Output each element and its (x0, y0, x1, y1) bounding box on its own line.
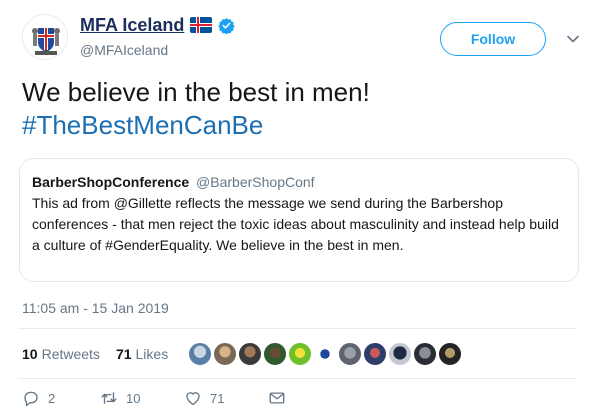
quoted-tweet[interactable]: BarberShopConference @BarberShopConf Thi… (19, 158, 579, 282)
likes-label: Likes (135, 346, 169, 362)
envelope-icon (269, 392, 285, 404)
reply-count: 2 (48, 390, 56, 406)
hashtag-link[interactable]: #TheBestMenCanBe (22, 109, 582, 142)
liker-avatar[interactable] (363, 342, 388, 366)
liker-avatar[interactable] (438, 342, 463, 366)
tweet-header: MFA Iceland @MFAIceland Follow (22, 10, 592, 66)
retweets-label: Retweets (41, 346, 100, 362)
retweet-icon (101, 392, 117, 404)
quote-text: This ad from @Gillette reflects the mess… (32, 195, 559, 253)
liker-avatar[interactable] (213, 342, 238, 366)
divider (18, 378, 576, 379)
liker-avatar[interactable] (263, 342, 288, 366)
tweet-text: We believe in the best in men! #TheBestM… (22, 76, 582, 142)
tweet-line: We believe in the best in men! (22, 77, 370, 107)
retweets-count: 10 (22, 346, 38, 362)
retweets-stat[interactable]: 10 Retweets (22, 346, 100, 362)
verified-badge-icon (218, 17, 236, 34)
liker-avatar[interactable] (238, 342, 263, 366)
liker-avatar[interactable] (338, 342, 363, 366)
liker-avatar[interactable] (388, 342, 413, 366)
quote-author-handle[interactable]: @BarberShopConf (196, 174, 315, 190)
handle[interactable]: @MFAIceland (80, 42, 235, 58)
liker-avatar[interactable] (313, 342, 338, 366)
engagement-stats: 10 Retweets 71 Likes (22, 340, 463, 368)
divider (18, 328, 576, 329)
retweet-button[interactable]: 10 (100, 389, 184, 407)
reply-icon (24, 391, 38, 407)
likes-count: 71 (115, 346, 132, 362)
direct-message-button[interactable] (268, 389, 286, 407)
like-count: 71 (210, 390, 225, 406)
avatar[interactable] (22, 14, 68, 60)
liker-avatar[interactable] (288, 342, 313, 366)
liker-avatar[interactable] (188, 342, 213, 366)
timestamp[interactable]: 11:05 am - 15 Jan 2019 (22, 300, 169, 316)
heart-icon (186, 392, 200, 406)
quote-author-name[interactable]: BarberShopConference (32, 174, 189, 190)
iceland-coat-of-arms-icon (23, 15, 67, 59)
like-button[interactable]: 71 (184, 389, 268, 407)
iceland-flag-icon (190, 17, 213, 33)
chevron-down-icon[interactable] (566, 32, 580, 46)
likes-stat[interactable]: 71 Likes (116, 346, 168, 362)
tweet-actions: 2 10 71 (22, 388, 286, 408)
liker-avatars (188, 342, 463, 366)
follow-button[interactable]: Follow (440, 22, 546, 56)
display-name[interactable]: MFA Iceland (80, 15, 184, 36)
liker-avatar[interactable] (413, 342, 438, 366)
retweet-count: 10 (126, 390, 141, 406)
reply-button[interactable]: 2 (22, 389, 100, 407)
